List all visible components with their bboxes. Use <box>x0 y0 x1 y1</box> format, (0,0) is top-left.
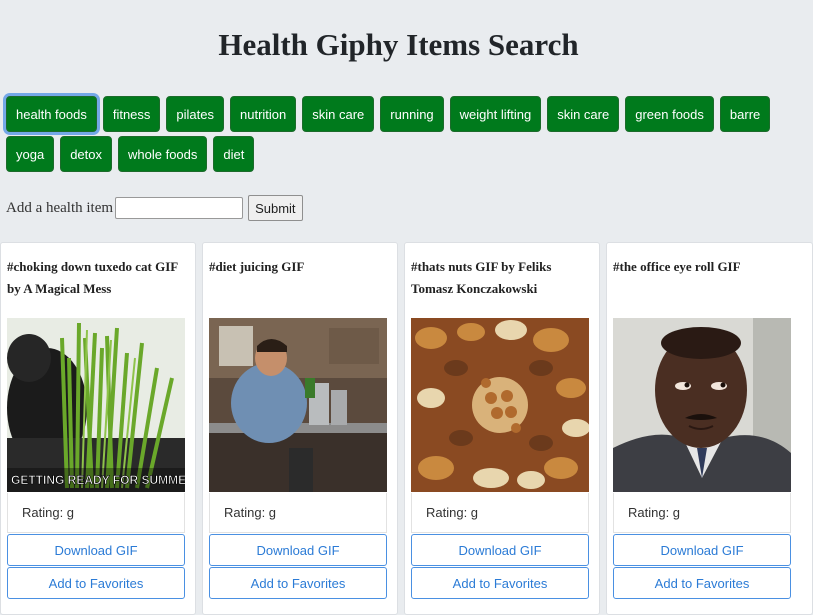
add-item-label: Add a health item <box>6 199 114 216</box>
topic-button-skin-care[interactable]: skin care <box>302 96 375 132</box>
topic-button-fitness[interactable]: fitness <box>102 96 161 132</box>
gif-card: #the office eye roll GIF Rating: g Downl… <box>606 242 813 615</box>
gif-title: #thats nuts GIF by Feliks Tomasz Konczak… <box>411 259 552 296</box>
gif-image-man-juicing <box>209 318 387 492</box>
add-to-favorites-button[interactable]: Add to Favorites <box>411 567 589 599</box>
topic-buttons: health foods fitness pilates nutrition s… <box>6 96 796 172</box>
topic-button-skin-care-2[interactable]: skin care <box>547 96 620 132</box>
add-to-favorites-button[interactable]: Add to Favorites <box>613 567 791 599</box>
download-gif-button[interactable]: Download GIF <box>7 534 185 566</box>
topic-button-running[interactable]: running <box>380 96 444 132</box>
add-to-favorites-button[interactable]: Add to Favorites <box>7 567 185 599</box>
download-gif-button[interactable]: Download GIF <box>411 534 589 566</box>
topic-button-green-foods[interactable]: green foods <box>625 96 714 132</box>
gif-title: #the office eye roll GIF <box>613 259 741 274</box>
gif-card: #thats nuts GIF by Feliks Tomasz Konczak… <box>404 242 600 615</box>
rating-label: Rating: g <box>613 493 791 533</box>
topic-button-diet[interactable]: diet <box>213 136 255 172</box>
topic-button-yoga[interactable]: yoga <box>6 136 55 172</box>
topic-button-detox[interactable]: detox <box>60 136 113 172</box>
add-to-favorites-button[interactable]: Add to Favorites <box>209 567 387 599</box>
gif-results: #choking down tuxedo cat GIF by A Magica… <box>0 242 813 615</box>
gif-card: #diet juicing GIF Rating: g Download GIF… <box>202 242 398 615</box>
gif-title: #choking down tuxedo cat GIF by A Magica… <box>7 259 178 296</box>
download-gif-button[interactable]: Download GIF <box>209 534 387 566</box>
gif-image-cat-grass: GETTING READY FOR SUMMER LIKE <box>7 318 185 492</box>
topic-button-health-foods[interactable]: health foods <box>6 96 97 132</box>
gif-image-mixed-nuts <box>411 318 589 492</box>
topic-button-pilates[interactable]: pilates <box>166 96 224 132</box>
gif-title: #diet juicing GIF <box>209 259 305 274</box>
gif-caption: GETTING READY FOR SUMMER LIKE <box>11 473 185 487</box>
rating-label: Rating: g <box>7 493 185 533</box>
gif-card: #choking down tuxedo cat GIF by A Magica… <box>0 242 196 615</box>
topic-button-nutrition[interactable]: nutrition <box>230 96 297 132</box>
download-gif-button[interactable]: Download GIF <box>613 534 791 566</box>
add-item-input[interactable] <box>115 197 244 219</box>
submit-button[interactable]: Submit <box>248 195 303 221</box>
gif-image-office-eye-roll <box>613 318 791 492</box>
topic-button-barre[interactable]: barre <box>719 96 771 132</box>
topic-button-weight-lifting[interactable]: weight lifting <box>449 96 542 132</box>
rating-label: Rating: g <box>411 493 589 533</box>
page-title: Health Giphy Items Search <box>218 27 579 62</box>
topic-button-whole-foods[interactable]: whole foods <box>118 136 208 172</box>
rating-label: Rating: g <box>209 493 387 533</box>
add-item-form: Add a health item Submit <box>6 195 303 221</box>
